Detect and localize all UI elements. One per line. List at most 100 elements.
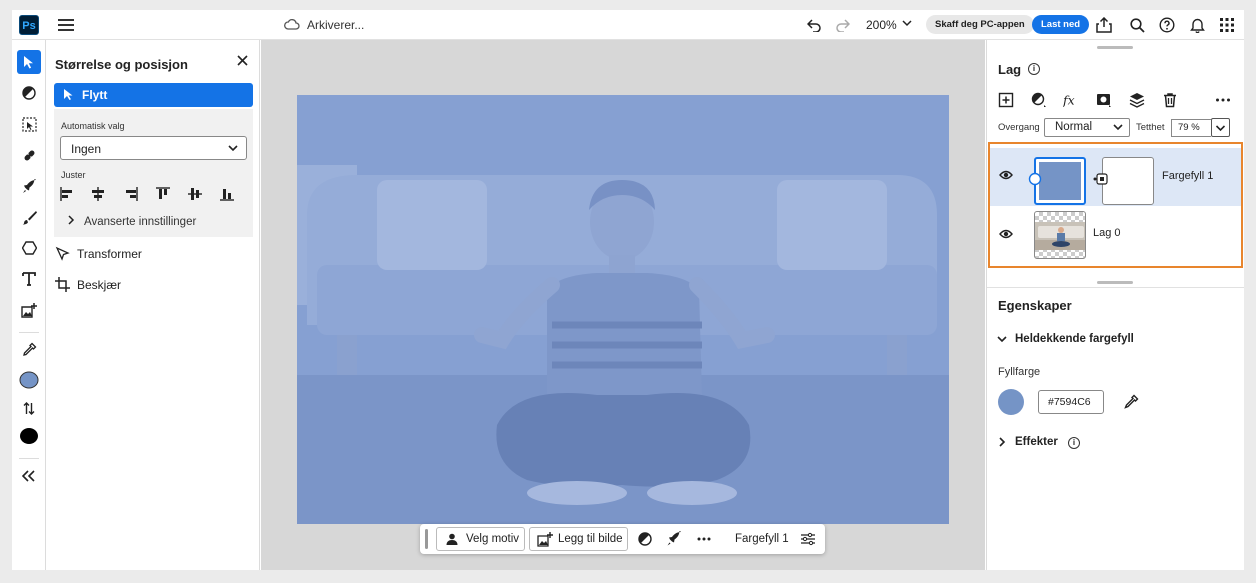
hamburger-menu-icon[interactable]: [58, 17, 74, 33]
quick-actions-icon[interactable]: [666, 531, 682, 547]
right-panel: Lag i fx Overgang Normal Tetthet 79 % Fa…: [986, 40, 1244, 570]
crop-item[interactable]: Beskjær: [55, 277, 121, 295]
transform-item[interactable]: Transformer: [55, 246, 142, 264]
panel-divider: [987, 287, 1244, 288]
search-icon[interactable]: [1128, 16, 1146, 34]
top-bar: Ps Arkiverer... 200% Skaff deg PC-appen …: [12, 10, 1244, 40]
layer-image-thumbnail[interactable]: [1034, 211, 1086, 259]
undo-icon[interactable]: [805, 16, 823, 34]
opacity-value: 79 %: [1178, 122, 1200, 133]
eyedropper-icon[interactable]: [1123, 394, 1139, 410]
auto-select-label: Automatisk valg: [61, 121, 125, 131]
opacity-input[interactable]: 79 %: [1171, 119, 1211, 137]
effects-section-title: Effekter: [1015, 436, 1058, 448]
collapse-icon[interactable]: [17, 464, 41, 488]
chevron-right-icon: [999, 437, 1006, 447]
crop-label: Beskjær: [77, 278, 122, 292]
zoom-chevron-down-icon[interactable]: [902, 16, 912, 33]
fill-hex-input[interactable]: #7594C6: [1038, 390, 1104, 414]
select-subject-tool-icon[interactable]: [17, 112, 41, 136]
visibility-eye-icon[interactable]: [999, 229, 1013, 239]
shape-tool-icon[interactable]: [17, 236, 41, 260]
move-tool-icon[interactable]: [17, 50, 41, 74]
align-top-icon[interactable]: [155, 186, 171, 202]
panel-resize-handle[interactable]: [1097, 46, 1133, 49]
save-status-text: Arkiverer...: [307, 18, 365, 32]
layers-title: Lag: [998, 62, 1022, 77]
type-tool-icon[interactable]: [17, 267, 41, 291]
fx-effects-icon[interactable]: fx: [1063, 92, 1079, 108]
add-image-icon: [537, 532, 553, 547]
blend-mode-label: Overgang: [998, 122, 1040, 133]
swap-colors-icon[interactable]: [17, 396, 41, 420]
fill-hex-value: #7594C6: [1048, 396, 1091, 408]
more-options-icon[interactable]: [696, 531, 712, 547]
align-left-icon[interactable]: [59, 186, 75, 202]
background-color-swatch[interactable]: [17, 424, 41, 448]
layer-row-fill[interactable]: Fargefyll 1: [990, 148, 1241, 206]
visibility-eye-icon[interactable]: [999, 170, 1013, 180]
more-options-icon[interactable]: [1215, 92, 1231, 108]
move-tool-label: Flytt: [82, 88, 108, 102]
bell-icon[interactable]: [1188, 16, 1206, 34]
drag-handle[interactable]: [425, 529, 428, 549]
quick-action-tool-icon[interactable]: [17, 174, 41, 198]
cloud-sync-icon: [284, 18, 300, 30]
panel-title: Størrelse og posisjon: [55, 57, 188, 72]
info-icon[interactable]: i: [1068, 437, 1080, 449]
panel-resize-handle[interactable]: [1097, 281, 1133, 284]
opacity-dropdown[interactable]: [1211, 118, 1230, 137]
heal-tool-icon[interactable]: [17, 143, 41, 167]
zoom-level[interactable]: 200%: [866, 18, 897, 32]
photoshop-web-app: Ps Arkiverer... 200% Skaff deg PC-appen …: [12, 10, 1244, 570]
size-position-panel: Størrelse og posisjon Flytt Automatisk v…: [47, 40, 260, 570]
fill-color-swatch[interactable]: [998, 389, 1024, 415]
help-icon[interactable]: [1158, 16, 1176, 34]
layer-stack-icon[interactable]: [1129, 92, 1145, 108]
info-icon[interactable]: i: [1028, 63, 1040, 75]
align-bottom-icon[interactable]: [219, 186, 235, 202]
transform-label: Transformer: [77, 247, 142, 261]
photo-thumbnail: [1035, 222, 1085, 250]
adjust-tool-icon[interactable]: [17, 81, 41, 105]
move-tool-button[interactable]: Flytt: [54, 83, 253, 107]
toolbar-divider: [19, 332, 39, 333]
eyedropper-tool-icon[interactable]: [17, 337, 41, 361]
delete-layer-icon[interactable]: [1162, 92, 1178, 108]
advanced-settings-toggle[interactable]: Avanserte innstillinger: [84, 216, 196, 228]
blend-mode-dropdown[interactable]: Normal: [1044, 118, 1130, 137]
document-canvas[interactable]: [297, 95, 949, 524]
close-icon[interactable]: [237, 53, 248, 70]
apps-grid-icon[interactable]: [1218, 16, 1236, 34]
select-subject-button[interactable]: Velg motiv: [436, 527, 525, 551]
auto-select-dropdown[interactable]: Ingen: [60, 136, 247, 160]
chevron-down-icon: [228, 145, 238, 152]
move-options: Automatisk valg Ingen Juster Avanserte i…: [54, 109, 253, 237]
align-right-icon[interactable]: [123, 186, 139, 202]
opacity-label: Tetthet: [1136, 122, 1165, 133]
brush-tool-icon[interactable]: [17, 205, 41, 229]
foreground-color-swatch[interactable]: [17, 368, 41, 392]
add-layer-icon[interactable]: [998, 92, 1014, 108]
adjustment-icon[interactable]: [637, 531, 653, 547]
mask-thumbnail[interactable]: [1102, 157, 1154, 205]
get-desktop-app-button[interactable]: Skaff deg PC-appen: [926, 15, 1034, 34]
add-image-button[interactable]: Legg til bilde: [529, 527, 628, 551]
layer-name: Fargefyll 1: [1162, 170, 1214, 182]
layer-row-image[interactable]: Lag 0: [990, 207, 1241, 265]
share-icon[interactable]: [1095, 16, 1113, 34]
properties-title: Egenskaper: [998, 298, 1072, 313]
align-center-horizontal-icon[interactable]: [90, 186, 106, 202]
chevron-down-icon: [997, 336, 1007, 343]
chevron-right-icon[interactable]: [67, 215, 75, 225]
effects-section-toggle[interactable]: Effekter: [996, 436, 1058, 451]
solid-fill-section-toggle[interactable]: Heldekkende fargefyll: [996, 333, 1134, 348]
layer-name: Lag 0: [1093, 227, 1121, 239]
settings-sliders-icon[interactable]: [800, 531, 816, 547]
add-image-tool-icon[interactable]: [17, 298, 41, 322]
redo-icon[interactable]: [833, 16, 851, 34]
download-button[interactable]: Last ned: [1032, 15, 1090, 34]
mask-icon[interactable]: [1096, 92, 1112, 108]
align-middle-vertical-icon[interactable]: [187, 186, 203, 202]
adjustment-layer-icon[interactable]: [1031, 92, 1047, 108]
